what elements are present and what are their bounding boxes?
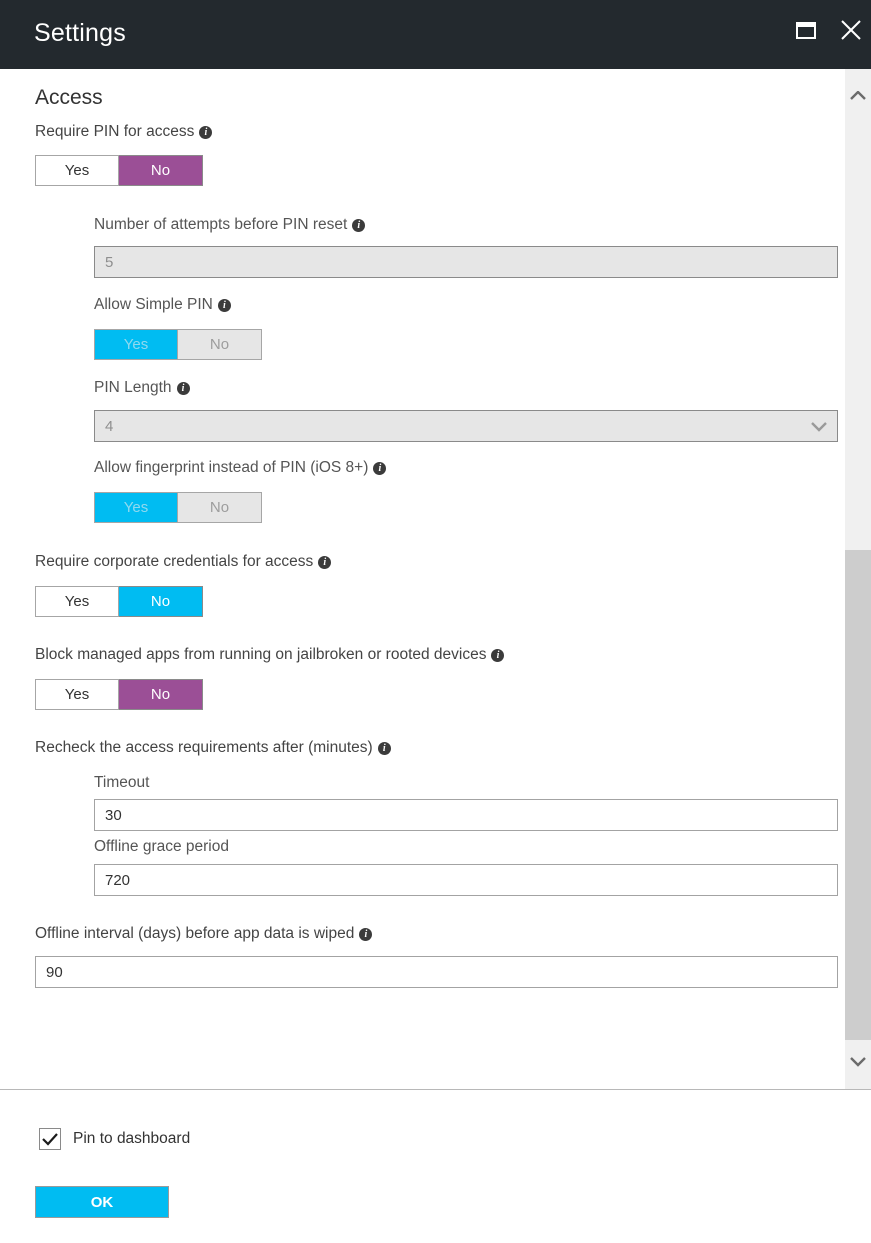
label-timeout: Timeout — [94, 774, 150, 791]
attempts-input[interactable] — [94, 246, 838, 278]
label-attempts-text: Number of attempts before PIN reset — [94, 216, 348, 233]
toggle-jailbreak[interactable]: Yes No — [35, 679, 203, 710]
offline-wipe-input[interactable] — [35, 956, 838, 988]
info-icon[interactable]: i — [359, 928, 373, 941]
label-corp-creds: Require corporate credentials for access… — [35, 552, 332, 571]
scroll-up-chevron-icon[interactable] — [845, 83, 871, 109]
content-scrollbar[interactable] — [845, 69, 871, 1089]
toggle-require-pin-yes[interactable]: Yes — [35, 155, 119, 186]
toggle-fingerprint[interactable]: Yes No — [94, 492, 262, 523]
label-offline-wipe: Offline interval (days) before app data … — [35, 924, 373, 943]
scrollbar-thumb[interactable] — [845, 550, 871, 1040]
toggle-jailbreak-yes[interactable]: Yes — [35, 679, 119, 710]
pin-length-select[interactable]: 4 — [94, 410, 838, 442]
label-offline-wipe-text: Offline interval (days) before app data … — [35, 925, 355, 942]
pin-length-value: 4 — [105, 417, 114, 435]
close-icon[interactable] — [831, 10, 871, 50]
label-corp-creds-text: Require corporate credentials for access — [35, 553, 314, 570]
toggle-corp-creds-yes[interactable]: Yes — [35, 586, 119, 617]
section-title-access: Access — [35, 86, 103, 109]
label-jailbreak-text: Block managed apps from running on jailb… — [35, 646, 487, 663]
label-require-pin: Require PIN for access i — [35, 122, 213, 141]
info-icon[interactable]: i — [217, 299, 231, 312]
toggle-fingerprint-no[interactable]: No — [178, 492, 262, 523]
info-icon[interactable]: i — [377, 742, 391, 755]
label-recheck: Recheck the access requirements after (m… — [35, 738, 391, 757]
label-pin-length-text: PIN Length — [94, 379, 172, 396]
blade-header: Settings — [0, 0, 871, 69]
toggle-fingerprint-yes[interactable]: Yes — [94, 492, 178, 523]
toggle-corp-creds[interactable]: Yes No — [35, 586, 203, 617]
toggle-jailbreak-no[interactable]: No — [119, 679, 203, 710]
blade-footer: Pin to dashboard OK — [0, 1089, 871, 1243]
info-icon[interactable]: i — [199, 126, 213, 139]
toggle-require-pin[interactable]: Yes No — [35, 155, 203, 186]
toggle-corp-creds-no[interactable]: No — [119, 586, 203, 617]
label-fingerprint: Allow fingerprint instead of PIN (iOS 8+… — [94, 458, 387, 477]
toggle-require-pin-no[interactable]: No — [119, 155, 203, 186]
page-title: Settings — [34, 19, 126, 47]
restore-window-icon[interactable] — [786, 10, 826, 50]
settings-blade: Settings Access Require PIN for access i … — [0, 0, 871, 1243]
label-simple-pin: Allow Simple PIN i — [94, 295, 231, 314]
scroll-down-chevron-icon[interactable] — [845, 1049, 871, 1075]
label-recheck-text: Recheck the access requirements after (m… — [35, 739, 373, 756]
toggle-simple-pin-yes[interactable]: Yes — [94, 329, 178, 360]
toggle-simple-pin-no[interactable]: No — [178, 329, 262, 360]
label-simple-pin-text: Allow Simple PIN — [94, 296, 213, 313]
label-jailbreak: Block managed apps from running on jailb… — [35, 645, 505, 664]
label-attempts: Number of attempts before PIN reset i — [94, 215, 366, 234]
info-icon[interactable]: i — [373, 462, 387, 475]
ok-button[interactable]: OK — [35, 1186, 169, 1218]
info-icon[interactable]: i — [352, 219, 366, 232]
timeout-input[interactable] — [94, 799, 838, 831]
pin-to-dashboard-label: Pin to dashboard — [73, 1130, 191, 1147]
label-fingerprint-text: Allow fingerprint instead of PIN (iOS 8+… — [94, 459, 369, 476]
toggle-simple-pin[interactable]: Yes No — [94, 329, 262, 360]
label-grace-period: Offline grace period — [94, 838, 229, 855]
pin-to-dashboard-row[interactable]: Pin to dashboard — [39, 1128, 190, 1150]
grace-period-input[interactable] — [94, 864, 838, 896]
pin-to-dashboard-checkbox[interactable] — [39, 1128, 61, 1150]
chevron-down-icon — [811, 411, 827, 443]
info-icon[interactable]: i — [491, 649, 505, 662]
label-pin-length: PIN Length i — [94, 378, 190, 397]
info-icon[interactable]: i — [318, 556, 332, 569]
label-require-pin-text: Require PIN for access — [35, 123, 195, 140]
info-icon[interactable]: i — [176, 382, 190, 395]
settings-content: Access Require PIN for access i Yes No Nu… — [0, 69, 845, 1089]
